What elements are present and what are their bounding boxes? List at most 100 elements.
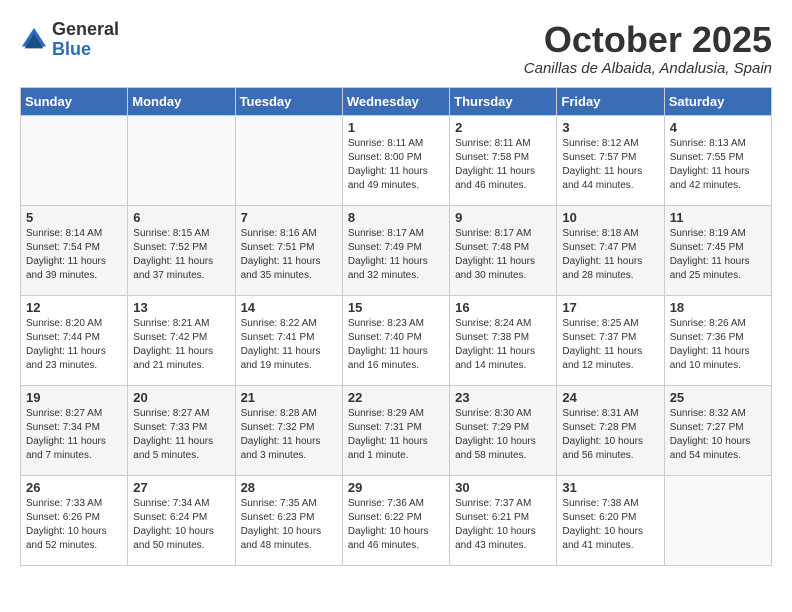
calendar-cell: 21 Sunrise: 8:28 AM Sunset: 7:32 PM Dayli… bbox=[235, 385, 342, 475]
day-number: 19 bbox=[26, 390, 122, 405]
calendar-cell: 3 Sunrise: 8:12 AM Sunset: 7:57 PM Daylig… bbox=[557, 115, 664, 205]
calendar-cell: 16 Sunrise: 8:24 AM Sunset: 7:38 PM Dayli… bbox=[450, 295, 557, 385]
day-number: 5 bbox=[26, 210, 122, 225]
calendar-cell: 10 Sunrise: 8:18 AM Sunset: 7:47 PM Dayli… bbox=[557, 205, 664, 295]
day-number: 21 bbox=[241, 390, 337, 405]
day-info: Sunrise: 8:13 AM Sunset: 7:55 PM Dayligh… bbox=[670, 137, 766, 193]
calendar-cell bbox=[21, 115, 128, 205]
calendar-cell: 17Sunrise: 8:25 AM Sunset: 7:37 PM Dayli… bbox=[557, 295, 664, 385]
day-info: Sunrise: 8:19 AM Sunset: 7:45 PM Dayligh… bbox=[670, 227, 766, 283]
day-info: Sunrise: 8:11 AM Sunset: 7:58 PM Dayligh… bbox=[455, 137, 551, 193]
calendar-cell: 6Sunrise: 8:15 AM Sunset: 7:52 PM Daylig… bbox=[128, 205, 235, 295]
day-info: Sunrise: 8:27 AM Sunset: 7:33 PM Dayligh… bbox=[133, 407, 229, 463]
day-info: Sunrise: 8:31 AM Sunset: 7:28 PM Dayligh… bbox=[562, 407, 658, 463]
weekday-header-thursday: Thursday bbox=[450, 87, 557, 115]
day-info: Sunrise: 7:33 AM Sunset: 6:26 PM Dayligh… bbox=[26, 497, 122, 553]
calendar-cell: 22 Sunrise: 8:29 AM Sunset: 7:31 PM Dayli… bbox=[342, 385, 449, 475]
page-header: General Blue October 2025 Canillas de Al… bbox=[20, 20, 772, 77]
calendar-cell: 4 Sunrise: 8:13 AM Sunset: 7:55 PM Daylig… bbox=[664, 115, 771, 205]
day-number: 24 bbox=[562, 390, 658, 405]
calendar-cell: 19 Sunrise: 8:27 AM Sunset: 7:34 PM Dayli… bbox=[21, 385, 128, 475]
day-info: Sunrise: 8:12 AM Sunset: 7:57 PM Dayligh… bbox=[562, 137, 658, 193]
day-number: 6 bbox=[133, 210, 229, 225]
logo: General Blue bbox=[20, 20, 119, 60]
day-info: Sunrise: 8:26 AM Sunset: 7:36 PM Dayligh… bbox=[670, 317, 766, 373]
day-number: 2 bbox=[455, 120, 551, 135]
calendar-cell: 27 Sunrise: 7:34 AM Sunset: 6:24 PM Dayli… bbox=[128, 475, 235, 565]
day-number: 30 bbox=[455, 480, 551, 495]
calendar-cell bbox=[128, 115, 235, 205]
calendar-cell: 18 Sunrise: 8:26 AM Sunset: 7:36 PM Dayli… bbox=[664, 295, 771, 385]
day-info: Sunrise: 7:37 AM Sunset: 6:21 PM Dayligh… bbox=[455, 497, 551, 553]
day-number: 8 bbox=[348, 210, 444, 225]
calendar-week-row: 12Sunrise: 8:20 AM Sunset: 7:44 PM Dayli… bbox=[21, 295, 772, 385]
day-info: Sunrise: 8:21 AM Sunset: 7:42 PM Dayligh… bbox=[133, 317, 229, 373]
location-subtitle: Canillas de Albaida, Andalusia, Spain bbox=[524, 60, 772, 77]
day-number: 31 bbox=[562, 480, 658, 495]
day-info: Sunrise: 8:11 AM Sunset: 8:00 PM Dayligh… bbox=[348, 137, 444, 193]
day-info: Sunrise: 7:34 AM Sunset: 6:24 PM Dayligh… bbox=[133, 497, 229, 553]
calendar-cell: 2 Sunrise: 8:11 AM Sunset: 7:58 PM Daylig… bbox=[450, 115, 557, 205]
calendar-cell: 14 Sunrise: 8:22 AM Sunset: 7:41 PM Dayli… bbox=[235, 295, 342, 385]
calendar-cell bbox=[235, 115, 342, 205]
day-number: 12 bbox=[26, 300, 122, 315]
day-info: Sunrise: 8:22 AM Sunset: 7:41 PM Dayligh… bbox=[241, 317, 337, 373]
day-number: 28 bbox=[241, 480, 337, 495]
day-info: Sunrise: 8:17 AM Sunset: 7:49 PM Dayligh… bbox=[348, 227, 444, 283]
title-block: October 2025 Canillas de Albaida, Andalu… bbox=[524, 20, 772, 77]
day-info: Sunrise: 8:18 AM Sunset: 7:47 PM Dayligh… bbox=[562, 227, 658, 283]
day-number: 23 bbox=[455, 390, 551, 405]
day-number: 16 bbox=[455, 300, 551, 315]
day-number: 4 bbox=[670, 120, 766, 135]
calendar-cell: 13 Sunrise: 8:21 AM Sunset: 7:42 PM Dayli… bbox=[128, 295, 235, 385]
calendar-cell: 26Sunrise: 7:33 AM Sunset: 6:26 PM Dayli… bbox=[21, 475, 128, 565]
calendar-cell: 15 Sunrise: 8:23 AM Sunset: 7:40 PM Dayli… bbox=[342, 295, 449, 385]
calendar-cell: 8 Sunrise: 8:17 AM Sunset: 7:49 PM Daylig… bbox=[342, 205, 449, 295]
day-info: Sunrise: 8:28 AM Sunset: 7:32 PM Dayligh… bbox=[241, 407, 337, 463]
day-info: Sunrise: 8:14 AM Sunset: 7:54 PM Dayligh… bbox=[26, 227, 122, 283]
day-info: Sunrise: 8:27 AM Sunset: 7:34 PM Dayligh… bbox=[26, 407, 122, 463]
calendar-cell: 31 Sunrise: 7:38 AM Sunset: 6:20 PM Dayli… bbox=[557, 475, 664, 565]
weekday-header-friday: Friday bbox=[557, 87, 664, 115]
weekday-header-tuesday: Tuesday bbox=[235, 87, 342, 115]
calendar-cell: 24 Sunrise: 8:31 AM Sunset: 7:28 PM Dayli… bbox=[557, 385, 664, 475]
day-number: 22 bbox=[348, 390, 444, 405]
weekday-header-sunday: Sunday bbox=[21, 87, 128, 115]
day-number: 3 bbox=[562, 120, 658, 135]
calendar-cell bbox=[664, 475, 771, 565]
day-info: Sunrise: 8:23 AM Sunset: 7:40 PM Dayligh… bbox=[348, 317, 444, 373]
calendar-cell: 5 Sunrise: 8:14 AM Sunset: 7:54 PM Daylig… bbox=[21, 205, 128, 295]
day-info: Sunrise: 8:16 AM Sunset: 7:51 PM Dayligh… bbox=[241, 227, 337, 283]
calendar-cell: 11Sunrise: 8:19 AM Sunset: 7:45 PM Dayli… bbox=[664, 205, 771, 295]
weekday-header-monday: Monday bbox=[128, 87, 235, 115]
day-number: 14 bbox=[241, 300, 337, 315]
day-info: Sunrise: 7:35 AM Sunset: 6:23 PM Dayligh… bbox=[241, 497, 337, 553]
logo-icon bbox=[20, 26, 48, 54]
calendar-cell: 9Sunrise: 8:17 AM Sunset: 7:48 PM Daylig… bbox=[450, 205, 557, 295]
day-number: 18 bbox=[670, 300, 766, 315]
calendar-cell: 7 Sunrise: 8:16 AM Sunset: 7:51 PM Daylig… bbox=[235, 205, 342, 295]
day-info: Sunrise: 8:30 AM Sunset: 7:29 PM Dayligh… bbox=[455, 407, 551, 463]
calendar-week-row: 26Sunrise: 7:33 AM Sunset: 6:26 PM Dayli… bbox=[21, 475, 772, 565]
calendar-cell: 25Sunrise: 8:32 AM Sunset: 7:27 PM Dayli… bbox=[664, 385, 771, 475]
calendar-week-row: 5 Sunrise: 8:14 AM Sunset: 7:54 PM Daylig… bbox=[21, 205, 772, 295]
calendar-table: SundayMondayTuesdayWednesdayThursdayFrid… bbox=[20, 87, 772, 566]
day-info: Sunrise: 8:24 AM Sunset: 7:38 PM Dayligh… bbox=[455, 317, 551, 373]
calendar-week-row: 19 Sunrise: 8:27 AM Sunset: 7:34 PM Dayli… bbox=[21, 385, 772, 475]
weekday-header-saturday: Saturday bbox=[664, 87, 771, 115]
day-info: Sunrise: 8:25 AM Sunset: 7:37 PM Dayligh… bbox=[562, 317, 658, 373]
day-number: 10 bbox=[562, 210, 658, 225]
day-info: Sunrise: 7:38 AM Sunset: 6:20 PM Dayligh… bbox=[562, 497, 658, 553]
day-number: 15 bbox=[348, 300, 444, 315]
calendar-cell: 20Sunrise: 8:27 AM Sunset: 7:33 PM Dayli… bbox=[128, 385, 235, 475]
day-number: 27 bbox=[133, 480, 229, 495]
calendar-cell: 12Sunrise: 8:20 AM Sunset: 7:44 PM Dayli… bbox=[21, 295, 128, 385]
day-info: Sunrise: 8:32 AM Sunset: 7:27 PM Dayligh… bbox=[670, 407, 766, 463]
day-number: 7 bbox=[241, 210, 337, 225]
day-number: 13 bbox=[133, 300, 229, 315]
logo-general-text: General bbox=[52, 19, 119, 39]
calendar-cell: 1Sunrise: 8:11 AM Sunset: 8:00 PM Daylig… bbox=[342, 115, 449, 205]
day-info: Sunrise: 8:29 AM Sunset: 7:31 PM Dayligh… bbox=[348, 407, 444, 463]
weekday-header-wednesday: Wednesday bbox=[342, 87, 449, 115]
day-number: 29 bbox=[348, 480, 444, 495]
